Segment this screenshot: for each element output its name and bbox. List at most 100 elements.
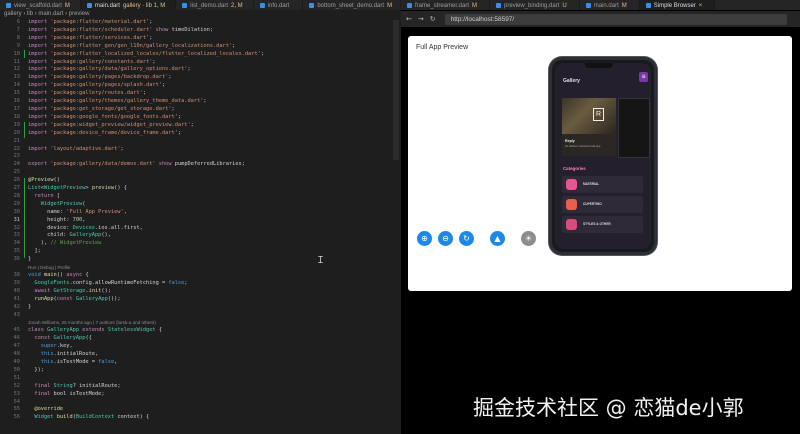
tab-status: 2, M bbox=[230, 2, 243, 9]
code-text: import 'package:flutter_gen/gen_l10n/gal… bbox=[28, 42, 236, 49]
code-line: 18 import 'package:google_fonts/google_fo… bbox=[0, 114, 400, 122]
code-line: 21 bbox=[0, 138, 400, 146]
zoom-in-icon[interactable]: ⊕ bbox=[417, 231, 432, 246]
line-number: 36 bbox=[13, 256, 20, 263]
code-text: ), // WidgetPreview bbox=[28, 240, 102, 247]
line-number: 14 bbox=[13, 82, 20, 89]
category-item[interactable]: MATERIAL bbox=[562, 176, 643, 193]
menu-icon[interactable]: ≡ bbox=[639, 72, 648, 82]
code-text: this.isTestMode = false, bbox=[40, 358, 118, 365]
code-text: import 'package:gallery/data/gallery_opt… bbox=[28, 66, 191, 73]
code-line: 43 bbox=[0, 312, 400, 320]
editor-tab[interactable]: main.dart gallery · lib 1, M bbox=[80, 0, 177, 10]
tab-status: M bbox=[472, 2, 478, 9]
tab-label: info.dart bbox=[267, 2, 290, 9]
editor-tab[interactable]: list_demo.dart 2, M bbox=[176, 0, 254, 10]
line-number: 35 bbox=[13, 248, 20, 255]
tab-status: M bbox=[64, 2, 70, 9]
line-number: 15 bbox=[13, 90, 20, 97]
code-text: child: GalleryApp(), bbox=[28, 232, 111, 239]
code-text: export 'package:gallery/data/demos.dart'… bbox=[28, 161, 245, 168]
code-text: Widget build(BuildContext context) { bbox=[34, 414, 150, 421]
browser-tab[interactable]: main.dart M bbox=[580, 0, 640, 10]
line-number: 56 bbox=[13, 414, 20, 421]
code-line: 49 this.isTestMode = false, bbox=[0, 359, 400, 367]
code-lens[interactable]: Jonah Williams, 20 months ago | 7 author… bbox=[0, 319, 400, 327]
minimap[interactable] bbox=[393, 20, 399, 160]
code-line: 32 device: Devices.ios.all.first, bbox=[0, 225, 400, 233]
line-number: 9 bbox=[16, 42, 20, 49]
reload-icon[interactable]: ↻ bbox=[430, 15, 436, 23]
breadcrumb-item[interactable]: gallery bbox=[4, 11, 22, 17]
code-line: 40 await GetStorage.init(); bbox=[0, 288, 400, 296]
forward-icon[interactable]: → bbox=[418, 15, 424, 23]
code-text: ]; bbox=[28, 248, 41, 255]
text-cursor-icon: Ｉ bbox=[316, 256, 326, 266]
browser-tab[interactable]: preview_binding.dart U bbox=[490, 0, 580, 10]
breadcrumb-item[interactable]: main.dart bbox=[38, 11, 63, 17]
line-number: 27 bbox=[13, 185, 20, 192]
editor-tab[interactable]: bottom_sheet_demo.dart M bbox=[303, 0, 400, 10]
browser-navbar: ← → ↻ http://localhost:58597/ bbox=[401, 11, 800, 27]
code-text: class GalleryApp extends StatelessWidget… bbox=[28, 327, 163, 334]
widget-preview-card: Full App Preview Gallery ≡ R Reply An ef… bbox=[408, 36, 792, 291]
line-number: 7 bbox=[16, 26, 20, 33]
code-text: import 'package:gallery/routes.dart'; bbox=[28, 90, 147, 97]
dart-file-icon bbox=[6, 3, 11, 8]
line-number: 12 bbox=[13, 66, 20, 73]
watermark: 掘金技术社区 @ 恋猫de小郭 bbox=[473, 396, 744, 420]
breadcrumb-item[interactable]: preview bbox=[69, 11, 90, 17]
category-item[interactable]: CUPERTINO bbox=[562, 196, 643, 213]
code-text: this.initialRoute, bbox=[40, 351, 99, 358]
code-editor: view_scaffold.dart Mmain.dart gallery · li… bbox=[0, 0, 400, 434]
browser-tab[interactable]: Simple Browser × bbox=[639, 0, 716, 10]
line-number: 53 bbox=[13, 390, 20, 397]
code-lens[interactable]: Run | Debug | Profile bbox=[0, 264, 400, 272]
browser-tab[interactable]: frame_streamer.dart M bbox=[401, 0, 491, 10]
phone-screen[interactable]: Gallery ≡ R Reply An efficient, focused … bbox=[555, 63, 651, 249]
next-card[interactable] bbox=[618, 98, 650, 158]
code-text: @override bbox=[34, 406, 64, 413]
brightness-icon[interactable]: ☀ bbox=[521, 231, 536, 246]
line-number: 19 bbox=[13, 121, 20, 128]
line-number: 39 bbox=[13, 279, 20, 286]
code-line: 35 ]; bbox=[0, 248, 400, 256]
line-number: 33 bbox=[13, 232, 20, 239]
tab-label: main.dart bbox=[593, 2, 619, 9]
code-line: 50 }); bbox=[0, 367, 400, 375]
zoom-out-icon[interactable]: ⊖ bbox=[438, 231, 453, 246]
card-title: Reply bbox=[565, 139, 575, 143]
refresh-icon[interactable]: ↻ bbox=[459, 231, 474, 246]
featured-card[interactable]: R Reply An efficient, focused email app bbox=[562, 98, 616, 156]
card-image bbox=[562, 98, 616, 134]
code-line: 30 name: 'Full App Preview', bbox=[0, 209, 400, 217]
reply-logo-icon: R bbox=[593, 108, 604, 121]
dart-file-icon bbox=[309, 3, 315, 8]
editor-tab-bar: view_scaffold.dart Mmain.dart gallery · li… bbox=[0, 0, 400, 10]
line-number: 13 bbox=[13, 74, 20, 81]
back-icon[interactable]: ← bbox=[406, 15, 412, 23]
category-icon bbox=[566, 199, 577, 210]
category-item[interactable]: STYLES & OTHER bbox=[562, 216, 643, 233]
code-text: import 'layout/adaptive.dart'; bbox=[28, 145, 124, 152]
url-field[interactable]: http://localhost:58597/ bbox=[444, 13, 787, 25]
code-area[interactable]: 6 import 'package:flutter/material.dart';… bbox=[0, 19, 400, 422]
code-text: } bbox=[28, 256, 32, 263]
editor-tab[interactable]: info.dart bbox=[254, 0, 304, 10]
code-text: import 'package:google_fonts/google_font… bbox=[28, 113, 182, 120]
line-number: 32 bbox=[13, 224, 20, 231]
code-line: 45 class GalleryApp extends StatelessWidg… bbox=[0, 327, 400, 335]
line-number: 28 bbox=[13, 192, 20, 199]
line-number: 17 bbox=[13, 105, 20, 112]
editor-tab[interactable]: view_scaffold.dart M bbox=[0, 0, 81, 10]
line-number: 43 bbox=[13, 311, 20, 318]
code-line: 8 import 'package:flutter/services.dart'; bbox=[0, 35, 400, 43]
code-text: import 'package:flutter/services.dart'; bbox=[28, 34, 153, 41]
categories-heading: Categories bbox=[563, 166, 586, 171]
landscape-icon[interactable]: ▲ bbox=[490, 231, 505, 246]
code-text: final bool isTestMode; bbox=[34, 390, 105, 397]
line-number: 47 bbox=[13, 343, 20, 350]
category-label: MATERIAL bbox=[583, 182, 600, 186]
code-line: 23 bbox=[0, 153, 400, 161]
code-line: 36} bbox=[0, 256, 400, 264]
